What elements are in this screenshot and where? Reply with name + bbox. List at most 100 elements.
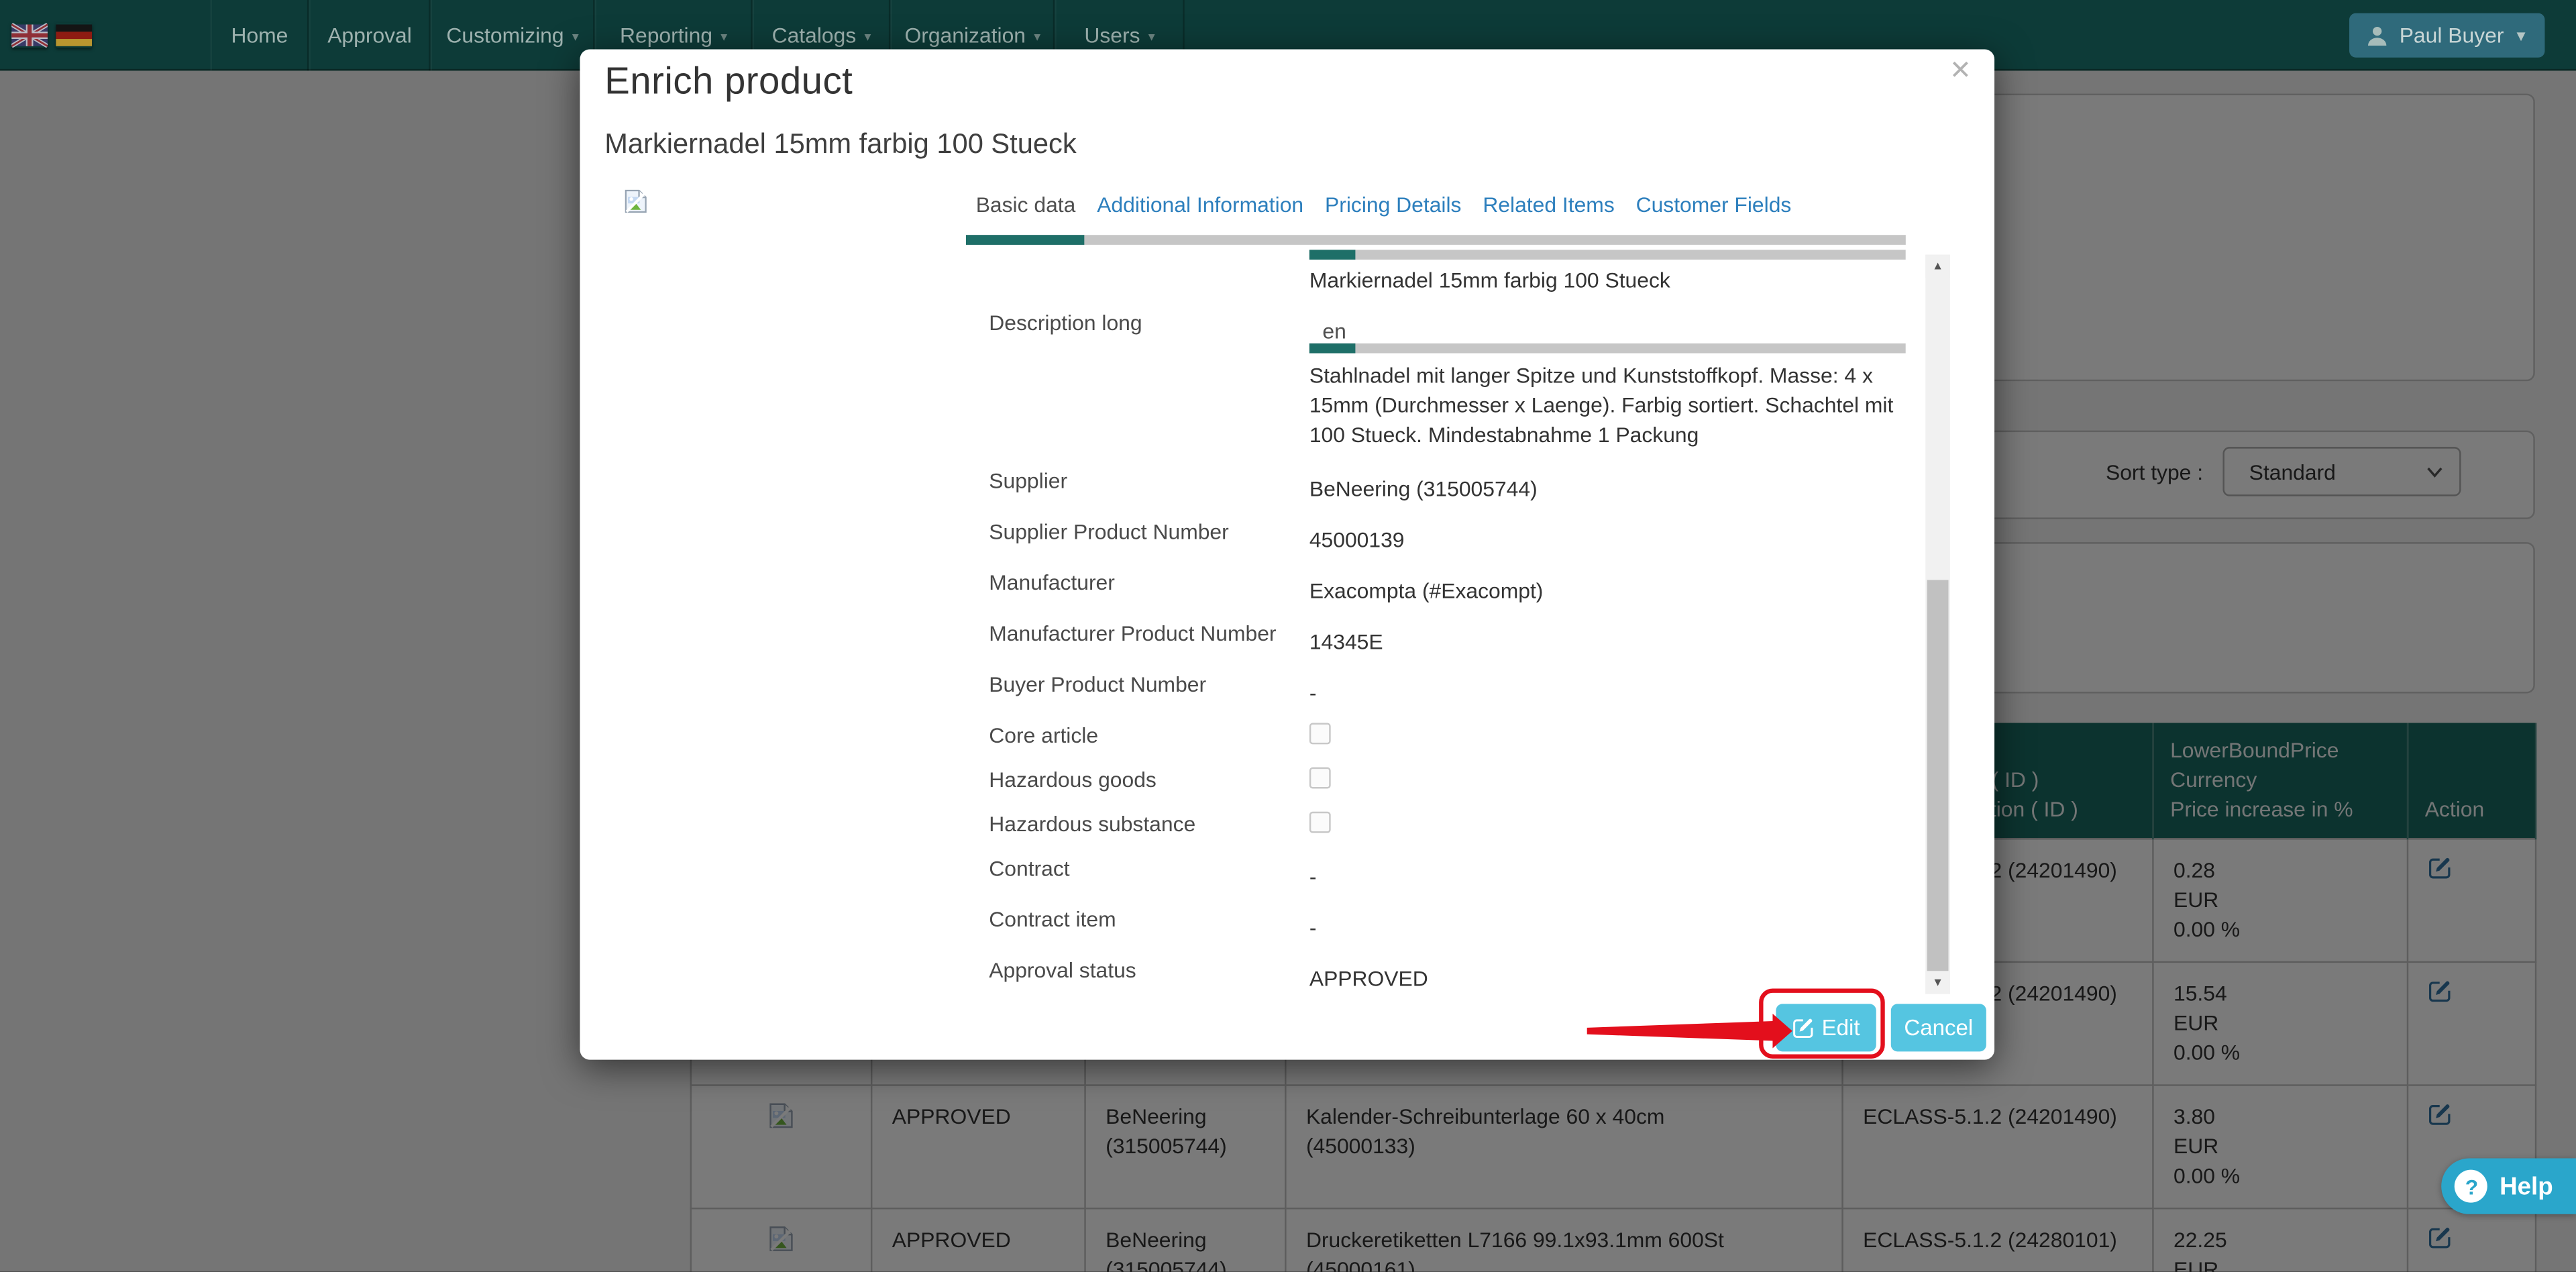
help-button[interactable]: ? Help (2442, 1159, 2576, 1214)
field-label: Manufacturer Product Number (966, 621, 1309, 654)
field-value: Markiernadel 15mm farbig 100 Stueck (1309, 268, 1906, 293)
field-label: Manufacturer (966, 570, 1309, 603)
field-value-area: Exacompta (#Exacompt) (1309, 570, 1906, 603)
form-row: SupplierBeNeering (315005744) (966, 468, 1906, 501)
field-value-area: 45000139 (1309, 519, 1906, 552)
checkbox[interactable] (1309, 723, 1331, 745)
enrich-product-modal: ✕ Enrich product Markiernadel 15mm farbi… (580, 49, 1994, 1059)
field-label: Contract item (966, 907, 1309, 940)
field-label: Supplier Product Number (966, 519, 1309, 552)
chevron-down-icon: ▼ (2514, 28, 2528, 44)
field-value-area: - (1309, 672, 1906, 705)
field-value: - (1309, 864, 1906, 889)
checkbox[interactable] (1309, 767, 1331, 789)
cancel-button[interactable]: Cancel (1891, 1004, 1986, 1051)
translation-progress-bar (1309, 343, 1906, 354)
field-value: APPROVED (1309, 966, 1906, 991)
field-label: Hazardous substance (966, 812, 1309, 838)
field-label: Contract (966, 856, 1309, 889)
edit-pencil-icon (1792, 1017, 1813, 1039)
scrollbar-thumb[interactable] (1927, 580, 1949, 971)
field-value: Stahlnadel mit langer Spitze und Kunstst… (1309, 362, 1906, 450)
flag-uk-icon[interactable] (11, 23, 48, 48)
nav-item-label: Catalogs (772, 23, 857, 48)
tab-related-items[interactable]: Related Items (1483, 193, 1614, 217)
flag-de-icon[interactable] (56, 23, 92, 48)
user-menu-button[interactable]: Paul Buyer ▼ (2350, 13, 2544, 58)
chevron-down-icon: ▾ (865, 30, 871, 44)
user-icon (2367, 24, 2390, 47)
field-value: Exacompta (#Exacompt) (1309, 578, 1906, 603)
nav-item-label: Reporting (620, 23, 712, 48)
field-label: Core article (966, 723, 1309, 749)
modal-product-name: Markiernadel 15mm farbig 100 Stueck (604, 128, 1076, 161)
field-value: - (1309, 680, 1906, 705)
app-viewport: Sort type : Standard Classification ( ID… (0, 0, 2576, 1272)
modal-title: Enrich product (604, 59, 853, 103)
tab-pricing-details[interactable]: Pricing Details (1325, 193, 1461, 217)
translation-progress-fill (1309, 343, 1355, 354)
tab-customer-fields[interactable]: Customer Fields (1636, 193, 1792, 217)
nav-item-label: Users (1084, 23, 1140, 48)
checkbox[interactable] (1309, 812, 1331, 833)
language-tag: en (1322, 319, 1905, 343)
field-value: - (1309, 915, 1906, 940)
field-label: Approval status (966, 958, 1309, 991)
edit-button[interactable]: Edit (1776, 1004, 1876, 1051)
nav-item-label: Approval (327, 23, 412, 48)
form-row: Core article (966, 723, 1906, 749)
field-value-area (1309, 767, 1906, 794)
chevron-down-icon: ▾ (1148, 30, 1155, 44)
form-row: Supplier Product Number45000139 (966, 519, 1906, 552)
nav-item-approval[interactable]: Approval (309, 0, 430, 70)
field-value-area: - (1309, 856, 1906, 889)
question-mark-icon: ? (2455, 1170, 2488, 1203)
field-value-area: 14345E (1309, 621, 1906, 654)
field-value: 45000139 (1309, 527, 1906, 552)
field-value-area: APPROVED (1309, 958, 1906, 991)
form-row: Contract- (966, 856, 1906, 889)
field-value: BeNeering (315005744) (1309, 476, 1906, 501)
field-label: Buyer Product Number (966, 672, 1309, 705)
field-label: Hazardous goods (966, 767, 1309, 794)
scroll-down-icon[interactable]: ▼ (1925, 971, 1950, 994)
scrollbar[interactable]: ▲ ▼ (1925, 255, 1950, 994)
close-icon[interactable]: ✕ (1943, 51, 1978, 91)
form-row: Description long en Stahlnadel mit langer … (966, 311, 1906, 450)
field-label (966, 250, 1309, 293)
edit-button-label: Edit (1822, 1015, 1860, 1040)
form-row: Contract item- (966, 907, 1906, 940)
scroll-up-icon[interactable]: ▲ (1925, 255, 1950, 278)
field-value-area (1309, 812, 1906, 838)
form-row: Markiernadel 15mm farbig 100 Stueck (966, 250, 1906, 293)
nav-item-customizing[interactable]: Customizing ▾ (431, 0, 595, 70)
form-row: Approval statusAPPROVED (966, 958, 1906, 991)
tab-progress-bar (966, 235, 1906, 245)
form-row: Hazardous substance (966, 812, 1906, 838)
tab-basic-data[interactable]: Basic data (976, 193, 1076, 217)
tab-additional-information[interactable]: Additional Information (1097, 193, 1303, 217)
field-value: 14345E (1309, 629, 1906, 654)
field-value-area: Markiernadel 15mm farbig 100 Stueck (1309, 250, 1906, 293)
help-label: Help (2500, 1172, 2553, 1200)
field-value-area: - (1309, 907, 1906, 940)
chevron-down-icon: ▾ (572, 30, 579, 44)
field-value-area: BeNeering (315005744) (1309, 468, 1906, 501)
field-label: Description long (966, 311, 1309, 450)
chevron-down-icon: ▾ (720, 30, 727, 44)
nav-item-label: Home (231, 23, 288, 48)
form-row: Hazardous goods (966, 767, 1906, 794)
nav-item-home[interactable]: Home (210, 0, 309, 70)
nav-item-label: Organization (904, 23, 1026, 48)
form-row: Buyer Product Number- (966, 672, 1906, 705)
form-row: ManufacturerExacompta (#Exacompt) (966, 570, 1906, 603)
nav-item-label: Customizing (446, 23, 564, 48)
modal-form: Markiernadel 15mm farbig 100 StueckDescr… (966, 250, 1906, 999)
translation-progress-fill (1309, 250, 1355, 260)
chevron-down-icon: ▾ (1034, 30, 1040, 44)
field-value-area: en Stahlnadel mit langer Spitze und Kunst… (1309, 311, 1906, 450)
cancel-button-label: Cancel (1904, 1015, 1973, 1040)
user-name: Paul Buyer (2400, 23, 2504, 48)
field-value-area (1309, 723, 1906, 749)
form-row: Manufacturer Product Number14345E (966, 621, 1906, 654)
